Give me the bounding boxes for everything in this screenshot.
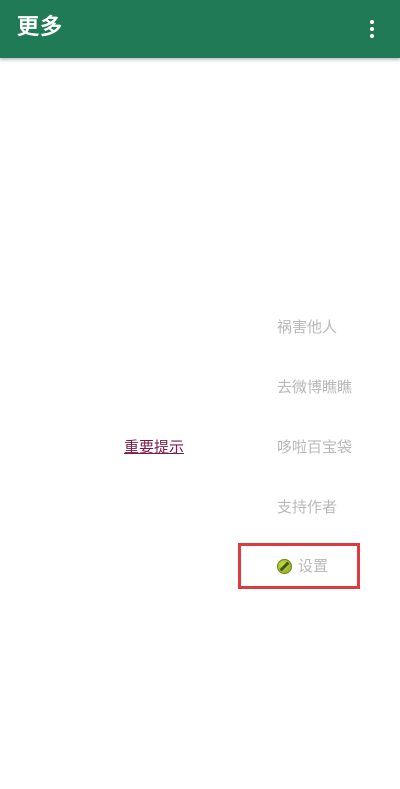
- overflow-dot: [370, 27, 374, 31]
- overflow-dot: [370, 20, 374, 24]
- app-bar: 更多: [0, 0, 400, 58]
- menu-item-harm-others[interactable]: 祸害他人: [277, 317, 337, 337]
- important-notice-link[interactable]: 重要提示: [124, 437, 184, 457]
- menu-item-visit-weibo[interactable]: 去微博瞧瞧: [277, 377, 352, 397]
- overflow-dot: [370, 34, 374, 38]
- menu-item-support-author[interactable]: 支持作者: [277, 497, 337, 517]
- menu-item-settings[interactable]: 设置: [277, 556, 328, 576]
- menu-item-doraemon-pocket[interactable]: 哆啦百宝袋: [277, 437, 352, 457]
- more-vert-icon[interactable]: [362, 14, 382, 44]
- page-title: 更多: [17, 15, 64, 40]
- settings-label: 设置: [298, 557, 329, 575]
- settings-badge-icon: [277, 558, 292, 574]
